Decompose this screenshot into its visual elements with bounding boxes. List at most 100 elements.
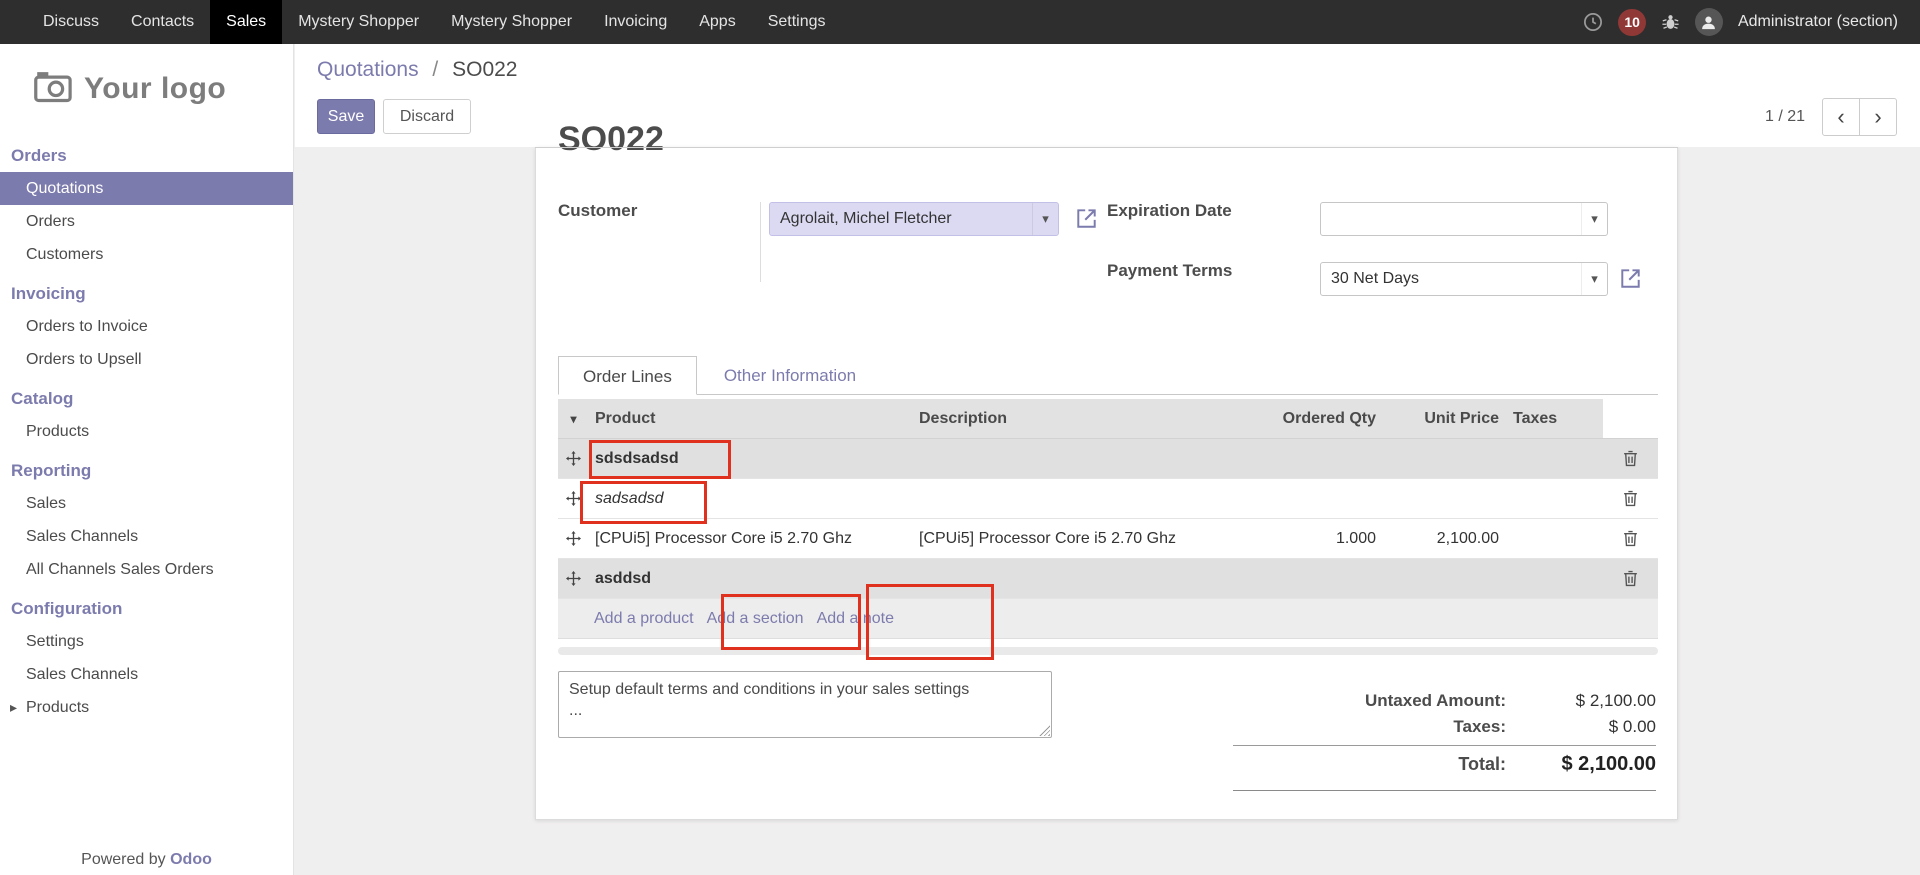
add-a-section-link[interactable]: Add a section — [707, 610, 804, 628]
field-separator — [760, 202, 761, 282]
cell-description — [913, 559, 1244, 598]
sidebar-item-orders[interactable]: Orders — [0, 205, 293, 238]
cell-qty — [1244, 479, 1382, 518]
terms-and-conditions-textarea[interactable]: Setup default terms and conditions in yo… — [558, 671, 1052, 738]
logo: Your logo — [0, 44, 293, 133]
section-name[interactable]: asddsd — [589, 559, 913, 598]
powered-by: Powered by Odoo — [0, 851, 293, 869]
user-menu[interactable]: Administrator (section) — [1738, 13, 1898, 31]
note-text[interactable]: sadsadsd — [589, 479, 913, 518]
odoo-link[interactable]: Odoo — [170, 851, 212, 868]
order-line-row-section-2[interactable]: asddsd — [558, 559, 1658, 599]
payment-terms-external-link-icon[interactable] — [1620, 268, 1641, 289]
sidebar-item-orders-to-invoice[interactable]: Orders to Invoice — [0, 310, 293, 343]
table-header-row: ▾ Product Description Ordered Qty Unit P… — [558, 399, 1658, 439]
drag-handle-icon[interactable] — [558, 439, 589, 478]
sidebar-item-sales-channels-report[interactable]: Sales Channels — [0, 520, 293, 553]
menu-discuss[interactable]: Discuss — [27, 0, 115, 44]
expiration-date-field[interactable]: ▾ — [1320, 202, 1608, 236]
untaxed-amount-value: $ 2,100.00 — [1506, 691, 1656, 711]
horizontal-scrollbar[interactable] — [558, 647, 1658, 655]
customer-field[interactable]: Agrolait, Michel Fletcher ▾ — [769, 202, 1059, 236]
menu-invoicing[interactable]: Invoicing — [588, 0, 683, 44]
menu-sales[interactable]: Sales — [210, 0, 282, 44]
sidebar-item-sales-report[interactable]: Sales — [0, 487, 293, 520]
tab-other-information[interactable]: Other Information — [707, 356, 873, 394]
cell-description[interactable]: [CPUi5] Processor Core i5 2.70 Ghz — [913, 519, 1244, 558]
cell-price — [1382, 439, 1505, 478]
column-header-unit-price: Unit Price — [1382, 399, 1505, 438]
taxes-value: $ 0.00 — [1506, 717, 1656, 737]
delete-row-icon[interactable] — [1603, 559, 1658, 598]
drag-handle-icon[interactable] — [558, 479, 589, 518]
order-line-row-note[interactable]: sadsadsd — [558, 479, 1658, 519]
chevron-down-icon[interactable]: ▾ — [1032, 203, 1058, 235]
bug-icon[interactable] — [1661, 13, 1680, 32]
cell-price[interactable]: 2,100.00 — [1382, 519, 1505, 558]
sidebar-item-settings[interactable]: Settings — [0, 625, 293, 658]
menu-mystery-shopper-2[interactable]: Mystery Shopper — [435, 0, 588, 44]
discard-button[interactable]: Discard — [383, 99, 471, 134]
menu-apps[interactable]: Apps — [683, 0, 751, 44]
payment-terms-field[interactable]: 30 Net Days ▾ — [1320, 262, 1608, 296]
cell-taxes[interactable] — [1505, 519, 1603, 558]
chevron-down-icon[interactable]: ▾ — [1581, 203, 1607, 235]
notification-badge[interactable]: 10 — [1618, 9, 1646, 36]
sidebar-section-invoicing: Invoicing — [0, 277, 293, 310]
table-add-row: Add a product Add a section Add a note — [558, 599, 1658, 639]
cell-price — [1382, 559, 1505, 598]
drag-handle-icon[interactable] — [558, 559, 589, 598]
logo-text: Your logo — [84, 72, 226, 106]
cell-description — [913, 479, 1244, 518]
customer-external-link-icon[interactable] — [1076, 208, 1097, 229]
save-button[interactable]: Save — [317, 99, 375, 134]
notebook-tabs: Order Lines Other Information — [558, 356, 1658, 395]
cell-qty[interactable]: 1.000 — [1244, 519, 1382, 558]
sidebar-item-all-channels-sales-orders[interactable]: All Channels Sales Orders — [0, 553, 293, 586]
sidebar-item-quotations[interactable]: Quotations — [0, 172, 293, 205]
sidebar-section-catalog: Catalog — [0, 382, 293, 415]
sidebar-section-orders: Orders — [0, 139, 293, 172]
pager-previous-button[interactable]: ‹ — [1822, 98, 1860, 136]
sidebar-item-products-config[interactable]: ▸Products — [0, 691, 293, 724]
menu-settings[interactable]: Settings — [752, 0, 842, 44]
delete-row-icon[interactable] — [1603, 479, 1658, 518]
add-a-product-link[interactable]: Add a product — [594, 610, 694, 628]
section-name[interactable]: sdsdsadsd — [589, 439, 913, 478]
add-a-note-link[interactable]: Add a note — [817, 610, 894, 628]
tab-order-lines[interactable]: Order Lines — [558, 356, 697, 395]
pager: 1 / 21 ‹ › — [1765, 98, 1897, 136]
customer-value: Agrolait, Michel Fletcher — [770, 210, 1032, 228]
cell-qty — [1244, 559, 1382, 598]
menu-mystery-shopper-1[interactable]: Mystery Shopper — [282, 0, 435, 44]
expiration-date-label: Expiration Date — [1107, 201, 1232, 221]
expand-arrow-icon[interactable]: ▸ — [10, 691, 26, 724]
drag-handle-icon[interactable] — [558, 519, 589, 558]
sidebar-item-products[interactable]: Products — [0, 415, 293, 448]
sidebar-item-orders-to-upsell[interactable]: Orders to Upsell — [0, 343, 293, 376]
sidebar: Your logo Orders Quotations Orders Custo… — [0, 44, 294, 875]
avatar[interactable] — [1695, 8, 1723, 36]
menu-contacts[interactable]: Contacts — [115, 0, 210, 44]
breadcrumb-quotations-link[interactable]: Quotations — [317, 58, 419, 81]
pager-value[interactable]: 1 / 21 — [1765, 108, 1805, 126]
cell-description — [913, 439, 1244, 478]
cell-taxes — [1505, 479, 1603, 518]
cell-product[interactable]: [CPUi5] Processor Core i5 2.70 Ghz — [589, 519, 913, 558]
order-line-row-section-1[interactable]: sdsdsadsd — [558, 439, 1658, 479]
delete-row-icon[interactable] — [1603, 519, 1658, 558]
cell-taxes — [1505, 559, 1603, 598]
pager-next-button[interactable]: › — [1859, 98, 1897, 136]
activity-clock-icon[interactable] — [1583, 12, 1603, 32]
order-line-row-product[interactable]: [CPUi5] Processor Core i5 2.70 Ghz [CPUi… — [558, 519, 1658, 559]
sidebar-item-sales-channels-config[interactable]: Sales Channels — [0, 658, 293, 691]
sidebar-item-customers[interactable]: Customers — [0, 238, 293, 271]
breadcrumb: Quotations / SO022 — [317, 58, 518, 82]
total-label: Total: — [1233, 754, 1506, 775]
sidebar-item-label: Products — [26, 699, 89, 716]
optional-columns-icon[interactable]: ▾ — [570, 412, 576, 426]
cell-price — [1382, 479, 1505, 518]
order-lines-table: ▾ Product Description Ordered Qty Unit P… — [558, 399, 1658, 639]
delete-row-icon[interactable] — [1603, 439, 1658, 478]
chevron-down-icon[interactable]: ▾ — [1581, 263, 1607, 295]
